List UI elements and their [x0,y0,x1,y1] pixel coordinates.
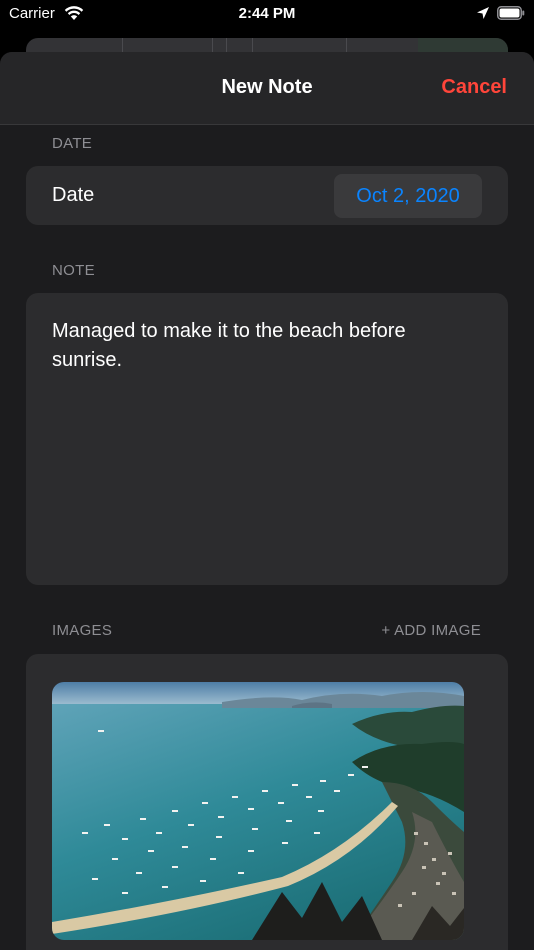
note-text-area[interactable]: Managed to make it to the beach before s… [26,293,508,585]
date-section-header: DATE [52,135,93,152]
battery-icon [497,6,525,20]
date-row: Date Oct 2, 2020 [26,166,508,225]
status-bar: Carrier 2:44 PM [0,0,534,30]
images-group [26,654,508,950]
note-section-header: NOTE [52,262,95,279]
photo-image[interactable] [52,682,464,940]
images-section-header: IMAGES [52,622,113,639]
beach-photo-illustration [52,682,464,940]
add-image-button[interactable]: + ADD IMAGE [381,622,481,639]
date-label: Date [52,184,95,206]
location-arrow-icon [477,7,489,19]
clock: 2:44 PM [238,5,296,22]
cancel-button[interactable]: Cancel [441,76,507,99]
date-picker-button[interactable]: Oct 2, 2020 [334,174,482,218]
new-note-sheet: New Note Cancel DATE Date Oct 2, 2020 NO… [0,52,534,950]
note-text[interactable]: Managed to make it to the beach before s… [52,317,472,375]
navigation-bar: New Note Cancel [0,52,534,125]
